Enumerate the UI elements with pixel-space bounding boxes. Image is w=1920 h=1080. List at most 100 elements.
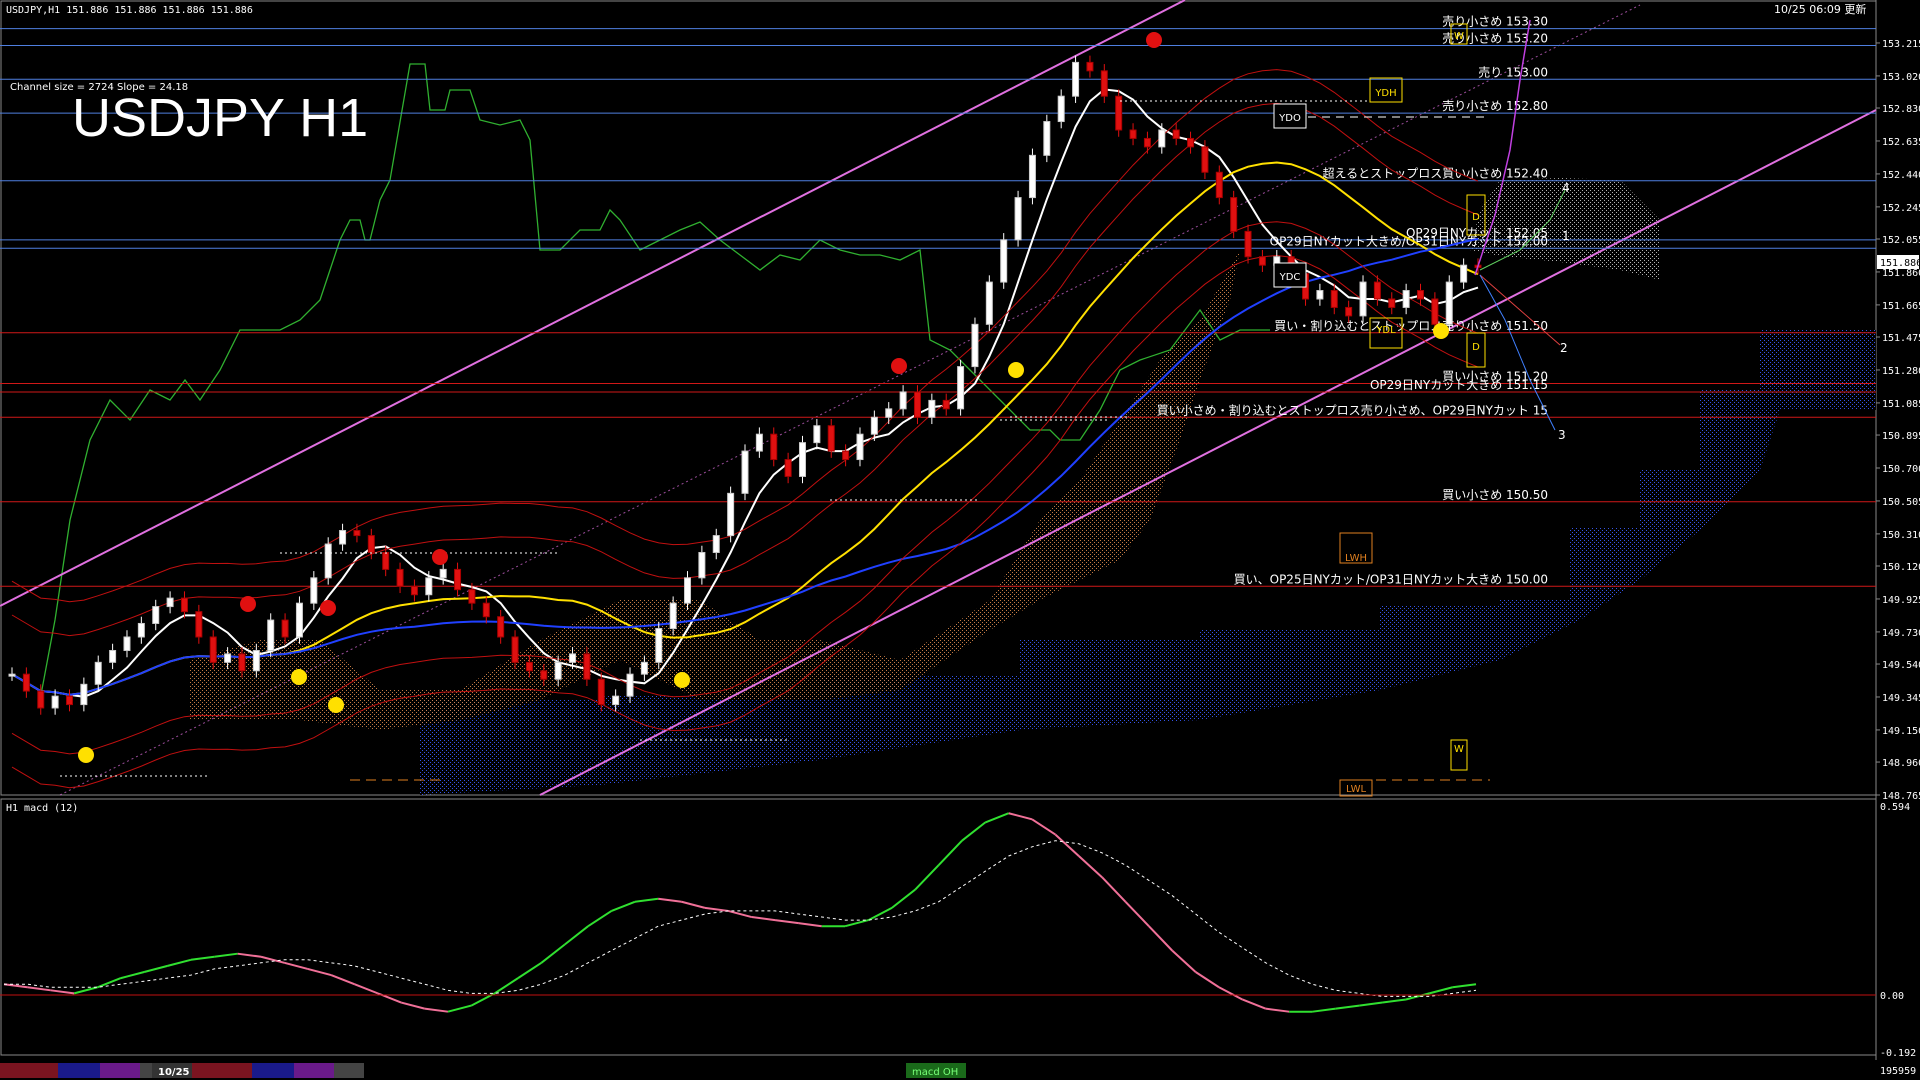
candle-body <box>22 673 30 692</box>
tab-strip-3[interactable] <box>100 1063 140 1078</box>
ydc-label: YDC <box>1279 272 1301 283</box>
candle-body <box>755 433 763 452</box>
candle-body <box>497 616 505 638</box>
tab-date-label: 10/25 <box>158 1067 190 1078</box>
candle-body <box>324 543 332 579</box>
macd-line-segment <box>190 955 215 961</box>
wave-label-3: 3 <box>1558 428 1566 442</box>
tab-strip-6[interactable] <box>252 1063 294 1078</box>
tab-strip-8[interactable] <box>334 1063 364 1078</box>
price-axis-label: 151.860 <box>1882 268 1920 279</box>
macd-line-segment <box>704 906 729 912</box>
candle-body <box>1431 298 1439 325</box>
macd-tick-bottom: -0.192 <box>1880 1048 1916 1059</box>
macd-line-segment <box>564 925 589 946</box>
macd-line-segment <box>914 864 940 891</box>
candle-body <box>1417 290 1425 300</box>
candle-body <box>1316 290 1324 300</box>
candle-body <box>1345 306 1353 317</box>
macd-line-segment <box>1452 983 1477 989</box>
candle-body <box>827 425 835 452</box>
macd-line-segment <box>214 952 238 958</box>
candle-body <box>1014 197 1022 241</box>
candle-body <box>1000 239 1008 283</box>
macd-line-segment <box>891 888 916 909</box>
candle-body <box>957 366 965 410</box>
macd-line-segment <box>1335 1004 1360 1010</box>
candle-body <box>80 683 88 706</box>
candle-body <box>655 628 663 663</box>
candle-body <box>166 597 174 608</box>
tab-strip-4[interactable] <box>140 1063 152 1078</box>
ydh-label: YDH <box>1374 88 1396 99</box>
candle-body <box>942 399 950 410</box>
candle-body <box>669 602 677 630</box>
price-axis-label: 151.280 <box>1882 366 1920 377</box>
price-axis-label: 151.085 <box>1882 399 1920 410</box>
candle-body <box>1143 137 1151 148</box>
projection-line-2 <box>1479 274 1561 346</box>
macd-line-segment <box>260 955 285 964</box>
candle-body <box>1330 290 1338 308</box>
tab-strip-7[interactable] <box>294 1063 334 1078</box>
fractal-up-marker <box>328 697 344 713</box>
macd-line-segment <box>798 922 822 928</box>
candle-body <box>640 661 648 675</box>
level-label: OP29日NYカット大きめ 151.15 <box>1370 378 1548 392</box>
candle-body <box>195 611 203 638</box>
candle-body <box>712 535 720 553</box>
level-label: 売り小さめ 152.80 <box>1442 98 1548 113</box>
candle-body <box>928 399 936 418</box>
macd-line-segment <box>611 900 636 912</box>
symbol-info: USDJPY,H1 151.886 151.886 151.886 151.88… <box>6 5 253 16</box>
candle-body <box>482 602 490 618</box>
candle-body <box>252 650 260 672</box>
price-axis-label: 153.020 <box>1882 72 1920 83</box>
tab-strip-2[interactable] <box>58 1063 100 1078</box>
macd-line-segment <box>1031 818 1056 836</box>
fractal-down-marker <box>1146 32 1162 48</box>
macd-line-segment <box>1312 1007 1336 1013</box>
candle-body <box>1201 146 1209 173</box>
wave-label-1: 1 <box>1562 229 1570 243</box>
price-axis-label: 150.700 <box>1882 464 1920 475</box>
candle-body <box>626 673 634 697</box>
candle-body <box>1028 154 1036 199</box>
tab-strip-5[interactable] <box>192 1063 252 1078</box>
candle-body <box>612 695 620 706</box>
tab-strip-1[interactable] <box>0 1063 58 1078</box>
candle-body <box>209 636 217 663</box>
level-label: 買い小さめ 150.50 <box>1442 488 1548 502</box>
candle-body <box>770 433 778 461</box>
candle-body <box>885 408 893 418</box>
candle-body <box>554 661 562 680</box>
bottom-tab-bar[interactable]: 10/25 macd OH 195959 <box>0 1063 1916 1078</box>
macd-line-segment <box>73 986 98 995</box>
macd-line-segment <box>1382 998 1407 1004</box>
candle-body <box>281 619 289 638</box>
candle-body <box>454 568 462 591</box>
fractal-up-marker <box>1433 323 1449 339</box>
candle-body <box>396 568 404 587</box>
candle-body <box>1100 70 1108 97</box>
fractal-down-marker <box>432 549 448 565</box>
price-axis-label: 153.215 <box>1882 39 1920 50</box>
macd-panel-frame <box>0 798 1877 1056</box>
macd-line-segment <box>728 909 752 919</box>
price-axis-label: 150.505 <box>1882 497 1920 508</box>
price-axis-label: 148.960 <box>1882 758 1920 769</box>
candle-body <box>1402 290 1410 308</box>
candle-body <box>1258 256 1266 266</box>
candle-body <box>310 577 318 604</box>
price-axis-label: 150.310 <box>1882 530 1920 541</box>
price-axis-label: 149.730 <box>1882 628 1920 639</box>
candle-body <box>1057 95 1065 123</box>
macd-line-segment <box>658 897 682 903</box>
macd-line-segment <box>961 821 986 842</box>
macd-line-segment <box>167 958 192 967</box>
candle-body <box>37 690 45 709</box>
macd-line-segment <box>447 1004 472 1013</box>
candle-body <box>468 589 476 604</box>
candle-body <box>382 551 390 570</box>
price-axis-label: 149.345 <box>1882 693 1920 704</box>
